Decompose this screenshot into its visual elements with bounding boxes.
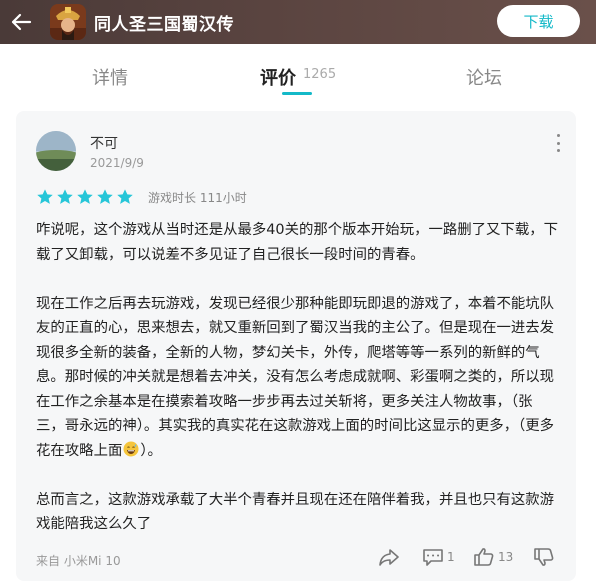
arrow-left-icon xyxy=(11,13,32,31)
rating-stars xyxy=(36,188,134,206)
user-name[interactable]: 不可 xyxy=(90,133,118,153)
reply-button[interactable]: 1 xyxy=(422,547,455,567)
star-icon xyxy=(117,189,133,204)
top-app-bar: 同人圣三国蜀汉传 下载 xyxy=(0,0,596,44)
star-icon xyxy=(77,189,93,204)
review-count: 1265 xyxy=(303,67,337,82)
back-button[interactable] xyxy=(0,0,42,44)
review-date: 2021/9/9 xyxy=(90,156,144,170)
like-count: 13 xyxy=(498,550,514,564)
review-card: 不可 2021/9/9 游戏时长 111小时 咋说呢，这个游戏从当时还是从最多4… xyxy=(16,111,576,581)
review-text: 咋说呢，这个游戏从当时还是从最多40关的那个版本开始玩，一路删了又下载，下载了又… xyxy=(36,218,561,537)
more-dot-icon xyxy=(556,149,560,152)
game-app-icon xyxy=(50,4,86,40)
device-info: 来自 小米Mi 10 xyxy=(36,554,121,568)
like-button[interactable]: 13 xyxy=(473,547,513,567)
tab-bar: 详情 评价 1265 论坛 xyxy=(0,50,596,96)
thumbs-up-icon xyxy=(474,548,494,566)
thumbs-down-icon xyxy=(534,548,554,566)
active-tab-indicator xyxy=(282,92,312,95)
more-options-button[interactable] xyxy=(551,134,565,152)
reply-count: 1 xyxy=(447,550,455,564)
tab-forum[interactable]: 论坛 xyxy=(466,64,502,90)
star-icon xyxy=(97,189,113,204)
review-paragraph: 总而言之，这款游戏承载了大半个青春并且现在还在陪伴着我，并且也只有这款游戏能陪我… xyxy=(36,491,555,533)
avatar[interactable] xyxy=(36,131,76,171)
app-title: 同人圣三国蜀汉传 xyxy=(94,14,234,35)
review-paragraph: 现在工作之后再去玩游戏，发现已经很少那种能即玩即退的游戏了，本着不能坑队友的正直… xyxy=(36,295,555,459)
play-time: 游戏时长 111小时 xyxy=(148,191,247,205)
star-icon xyxy=(37,189,53,204)
comment-icon xyxy=(423,549,443,566)
dislike-button[interactable] xyxy=(533,547,555,567)
share-button[interactable] xyxy=(378,547,400,567)
grinning-sweat-emoji xyxy=(123,441,139,456)
star-icon xyxy=(57,189,73,204)
review-paragraph: 咋说呢，这个游戏从当时还是从最多40关的那个版本开始玩，一路删了又下载，下载了又… xyxy=(36,222,558,263)
tab-reviews[interactable]: 评价 xyxy=(260,64,296,90)
tab-details[interactable]: 详情 xyxy=(92,64,128,90)
share-icon xyxy=(379,549,399,566)
more-dot-icon xyxy=(556,134,560,137)
download-button[interactable]: 下载 xyxy=(497,5,580,37)
more-dot-icon xyxy=(556,141,560,145)
